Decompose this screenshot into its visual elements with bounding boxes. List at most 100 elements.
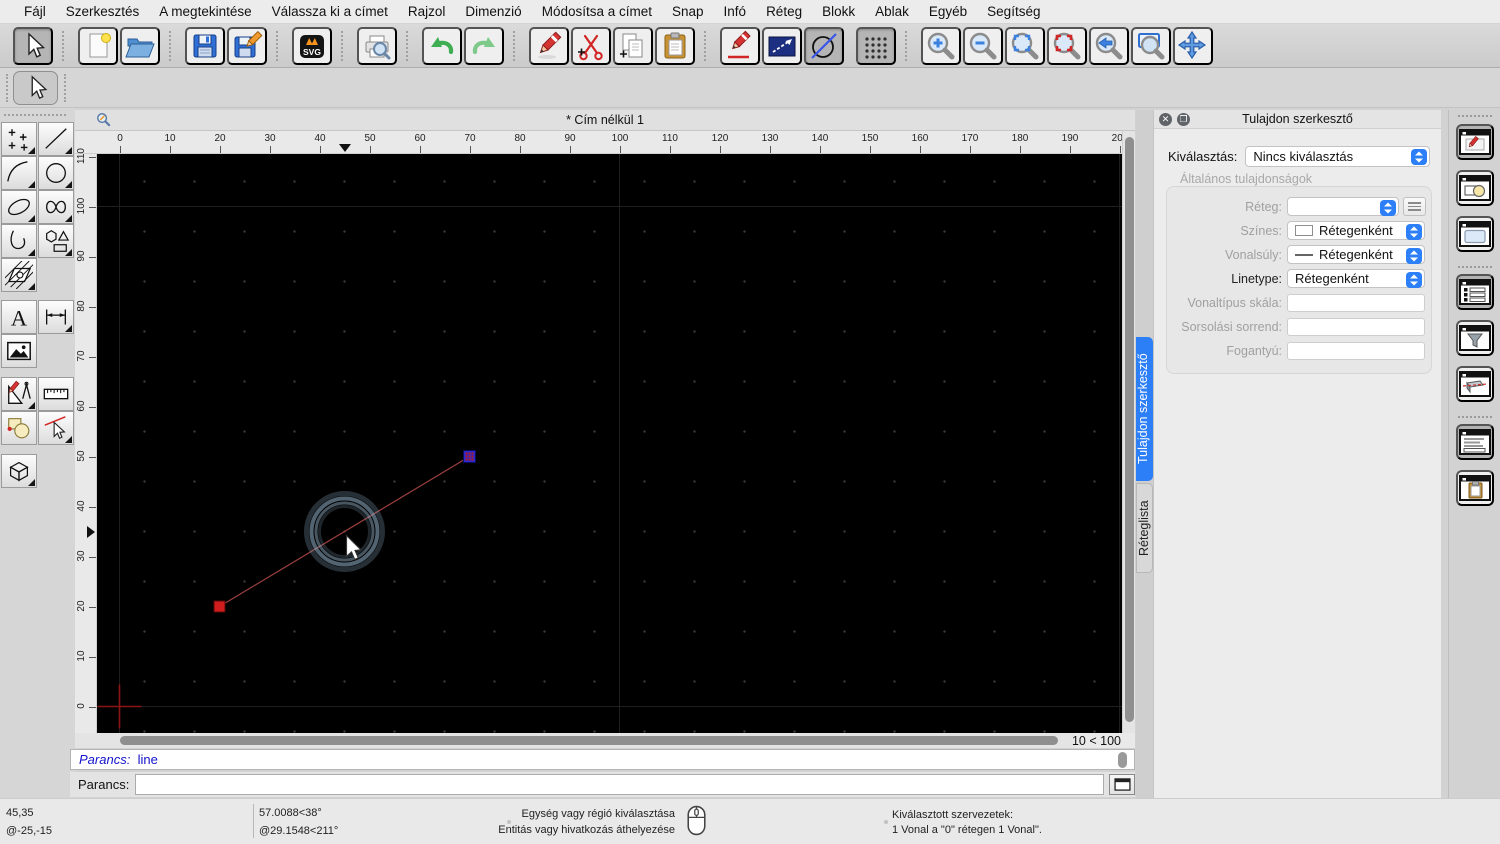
- misc-draw-tool[interactable]: [1, 377, 37, 411]
- property-combobox[interactable]: Rétegenként: [1287, 221, 1425, 240]
- strip-drag-handle[interactable]: [1458, 115, 1492, 117]
- pointer-select-button[interactable]: [13, 71, 58, 105]
- stepper-icon[interactable]: [1406, 247, 1422, 264]
- dimension-tool[interactable]: [38, 300, 74, 334]
- property-combobox[interactable]: Rétegenként: [1287, 269, 1425, 288]
- panel-titlebar[interactable]: ✕ ❐ Tulajdon szerkesztő: [1154, 110, 1441, 129]
- line-start-marker[interactable]: [213, 600, 226, 613]
- text-tool[interactable]: [1, 300, 37, 334]
- line-tool[interactable]: [38, 122, 74, 156]
- vertical-scrollbar-thumb[interactable]: [1125, 137, 1134, 722]
- spline-tool[interactable]: [38, 190, 74, 224]
- menu-snap[interactable]: Snap: [662, 4, 714, 19]
- menu-dimenzi-[interactable]: Dimenzió: [455, 4, 531, 19]
- menu-m-dos-tsa-a-c-met[interactable]: Módosítsa a címet: [532, 4, 662, 19]
- palette-drag-handle[interactable]: [4, 114, 66, 116]
- paste-button[interactable]: [655, 26, 695, 65]
- dock-toggle-layer-list[interactable]: [1456, 274, 1494, 310]
- hatch-tool[interactable]: [1, 258, 37, 292]
- dock-toggle-layer-filter[interactable]: [1456, 320, 1494, 356]
- zoom-auto-button[interactable]: [1005, 26, 1045, 65]
- dock-toggle-clipboard[interactable]: [1456, 470, 1494, 506]
- menu-r-teg[interactable]: Réteg: [756, 4, 812, 19]
- stepper-icon[interactable]: [1406, 223, 1422, 240]
- menu-inf-[interactable]: Infó: [714, 4, 757, 19]
- zoom-out-button[interactable]: [963, 26, 1003, 65]
- zoom-window-button[interactable]: [1131, 26, 1171, 65]
- line-entity[interactable]: [219, 455, 470, 608]
- shapes-tool[interactable]: [38, 224, 74, 258]
- ellipse-tool[interactable]: [1, 190, 37, 224]
- restrict-ortho-button[interactable]: [762, 26, 802, 65]
- property-field[interactable]: [1287, 341, 1425, 360]
- circle-tool[interactable]: [38, 156, 74, 190]
- drawing-window-titlebar[interactable]: * Cím nélkül 1: [75, 110, 1135, 131]
- drawing-canvas[interactable]: [97, 154, 1122, 733]
- vertical-scrollbar[interactable]: [1122, 131, 1135, 733]
- menu-blokk[interactable]: Blokk: [812, 4, 865, 19]
- zoom-previous-button[interactable]: [1089, 26, 1129, 65]
- polyline-tool[interactable]: [1, 224, 37, 258]
- menu-a-megtekint-se[interactable]: A megtekintése: [149, 4, 261, 19]
- modify-tool[interactable]: [1, 411, 37, 445]
- menu-v-lassza-ki-a-c-met[interactable]: Válassza ki a címet: [262, 4, 398, 19]
- dock-toggle-property-editor[interactable]: [1456, 124, 1494, 160]
- delete-entity-button[interactable]: [529, 26, 569, 65]
- horizontal-scrollbar[interactable]: [75, 733, 1075, 748]
- stepper-icon[interactable]: [1411, 149, 1427, 165]
- measure-tool[interactable]: [38, 377, 74, 411]
- command-input[interactable]: [135, 774, 1105, 795]
- snap-grid-button[interactable]: [856, 26, 896, 65]
- layer-menu-button[interactable]: [1403, 197, 1426, 216]
- undo-button[interactable]: [422, 26, 462, 65]
- menu-rajzol[interactable]: Rajzol: [398, 4, 456, 19]
- edit-entity-button[interactable]: [720, 26, 760, 65]
- copy-button[interactable]: [613, 26, 653, 65]
- dock-toggle-block-list[interactable]: [1456, 170, 1494, 206]
- ruler-tick: [89, 657, 96, 658]
- dock-toggle-command-line[interactable]: [1456, 424, 1494, 460]
- menu-ablak[interactable]: Ablak: [865, 4, 919, 19]
- property-combobox[interactable]: [1287, 197, 1399, 216]
- pan-button[interactable]: [1173, 26, 1213, 65]
- snap-entity-button[interactable]: [804, 26, 844, 65]
- arc-tool[interactable]: [1, 156, 37, 190]
- select-entity-tool[interactable]: [38, 411, 74, 445]
- redo-button[interactable]: [464, 26, 504, 65]
- new-document-button[interactable]: [78, 26, 118, 65]
- command-history-scrollbar[interactable]: [1118, 752, 1127, 768]
- dock-toggle-wall-panel[interactable]: [1456, 366, 1494, 402]
- zoom-selection-button[interactable]: [1047, 26, 1087, 65]
- menu-egy-b[interactable]: Egyéb: [919, 4, 977, 19]
- svg-export-button[interactable]: [292, 26, 332, 65]
- command-options-button[interactable]: [1109, 774, 1135, 795]
- menu-szerkeszt-s[interactable]: Szerkesztés: [56, 4, 150, 19]
- print-preview-button[interactable]: [357, 26, 397, 65]
- stepper-icon[interactable]: [1406, 271, 1422, 288]
- menu-f-jl[interactable]: Fájl: [14, 4, 56, 19]
- tab-property-editor[interactable]: Tulajdon szerkesztő: [1136, 337, 1153, 481]
- save-as-button[interactable]: [227, 26, 267, 65]
- cut-button[interactable]: [571, 26, 611, 65]
- viewport-tool[interactable]: [1, 454, 37, 488]
- toolbar-drag-handle[interactable]: [64, 74, 66, 102]
- property-combobox[interactable]: Rétegenként: [1287, 245, 1425, 264]
- open-document-button[interactable]: [120, 26, 160, 65]
- zoom-in-button[interactable]: [921, 26, 961, 65]
- dock-toggle-library-browser[interactable]: [1456, 216, 1494, 252]
- line-end-marker[interactable]: [463, 450, 476, 463]
- menu-seg-ts-g[interactable]: Segítség: [977, 4, 1050, 19]
- save-button[interactable]: [185, 26, 225, 65]
- tab-layer-list[interactable]: Réteglista: [1136, 483, 1153, 573]
- image-tool[interactable]: [1, 334, 37, 368]
- horizontal-scrollbar-thumb[interactable]: [120, 736, 1058, 745]
- select-tool-button[interactable]: [13, 26, 53, 65]
- ruler-label: 40: [76, 500, 87, 512]
- ruler-label: 140: [811, 133, 829, 144]
- selection-combobox[interactable]: Nincs kiválasztás: [1245, 146, 1430, 167]
- stepper-icon[interactable]: [1380, 199, 1396, 216]
- property-field[interactable]: [1287, 293, 1425, 312]
- toolbar-drag-handle[interactable]: [6, 74, 8, 102]
- property-field[interactable]: [1287, 317, 1425, 336]
- points-tool[interactable]: [1, 122, 37, 156]
